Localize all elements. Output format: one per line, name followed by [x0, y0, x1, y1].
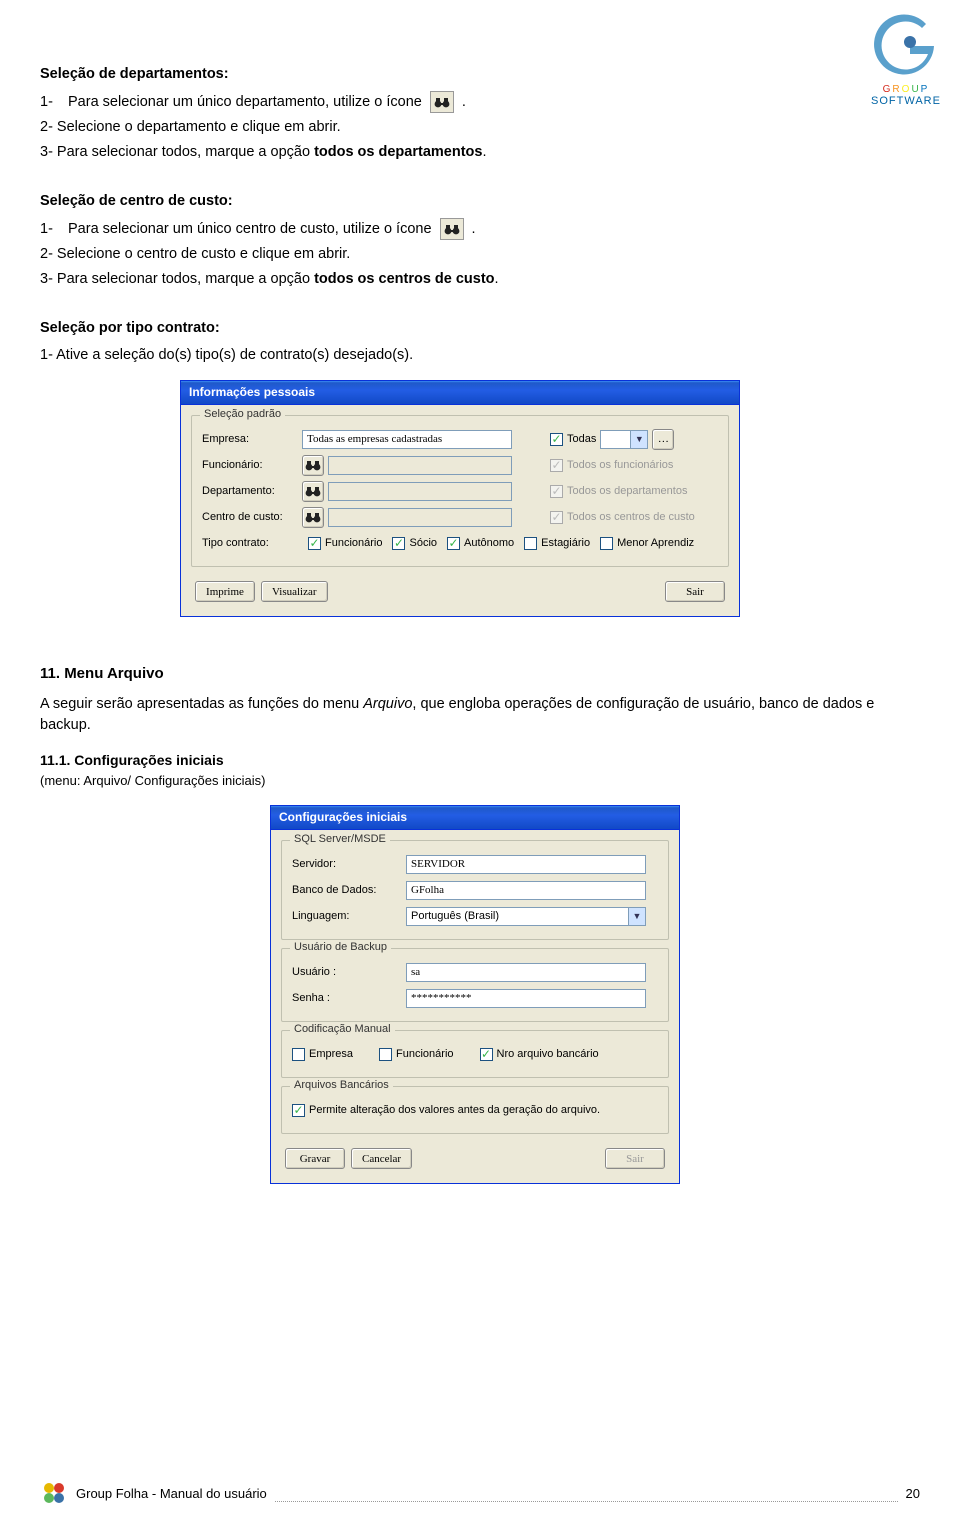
text-line: 3- Para selecionar todos, marque a opção… — [40, 142, 920, 163]
check-funcionario-cod[interactable]: Funcionário — [379, 1048, 453, 1061]
lookup-button[interactable]: … — [652, 429, 674, 450]
imprime-button[interactable]: Imprime — [195, 581, 255, 602]
dialog-title: Informações pessoais — [181, 381, 739, 405]
check-nro-arquivo[interactable]: ✓Nro arquivo bancário — [480, 1048, 599, 1061]
section-tipo-title: Seleção por tipo contrato: — [40, 318, 920, 339]
section-centro-title: Seleção de centro de custo: — [40, 191, 920, 212]
sair-button[interactable]: Sair — [605, 1148, 665, 1169]
text-line: 2- Selecione o departamento e clique em … — [40, 117, 920, 138]
usuario-input[interactable] — [406, 963, 646, 982]
check-todas[interactable]: ✓Todas — [550, 433, 596, 446]
label-senha: Senha : — [292, 992, 402, 1004]
label-funcionario: Funcionário: — [202, 459, 298, 471]
check-todos-centros: ✓Todos os centros de custo — [550, 511, 695, 524]
label-empresa: Empresa: — [202, 433, 298, 445]
binoculars-button[interactable] — [302, 481, 324, 502]
text-line: 1- Ative a seleção do(s) tipo(s) de cont… — [40, 345, 920, 366]
groupbox-label: Arquivos Bancários — [290, 1079, 393, 1091]
binoculars-button[interactable] — [302, 507, 324, 528]
check-menor-aprendiz[interactable]: Menor Aprendiz — [600, 537, 694, 550]
text-line: 2- Selecione o centro de custo e clique … — [40, 244, 920, 265]
label-tipo-contrato: Tipo contrato: — [202, 537, 298, 549]
binoculars-icon[interactable] — [440, 218, 464, 240]
section-departamentos-title: Seleção de departamentos: — [40, 64, 920, 85]
logo-g-icon — [874, 14, 938, 78]
paragraph: A seguir serão apresentadas as funções d… — [40, 694, 920, 736]
check-socio[interactable]: ✓Sócio — [392, 537, 437, 550]
brand-logo: GROUP SOFTWARE — [868, 14, 944, 107]
footer-text: Group Folha - Manual do usuário — [76, 1486, 267, 1501]
check-todos-departamentos: ✓Todos os departamentos — [550, 485, 687, 498]
list-number: 1- — [40, 221, 62, 237]
groupbox-label: Usuário de Backup — [290, 941, 391, 953]
departamento-input — [328, 482, 512, 501]
check-todos-funcionarios: ✓Todos os funcionários — [550, 459, 673, 472]
text-line: . — [472, 221, 476, 237]
check-funcionario[interactable]: ✓Funcionário — [308, 537, 382, 550]
check-permite-alteracao[interactable]: ✓Permite alteração dos valores antes da … — [292, 1104, 600, 1117]
heading-menu-arquivo: 11. Menu Arquivo — [40, 665, 920, 682]
label-centro-custo: Centro de custo: — [202, 511, 298, 523]
visualizar-button[interactable]: Visualizar — [261, 581, 328, 602]
groupbox-label: Seleção padrão — [200, 408, 285, 420]
text-line: . — [462, 94, 466, 110]
brand-group-text: GROUP — [868, 84, 944, 95]
dropdown-todas[interactable]: ▼ — [600, 430, 648, 449]
label-linguagem: Linguagem: — [292, 910, 402, 922]
sair-button[interactable]: Sair — [665, 581, 725, 602]
page-number: 20 — [906, 1486, 920, 1501]
label-departamento: Departamento: — [202, 485, 298, 497]
dialog-informacoes-pessoais: Informações pessoais Seleção padrão Empr… — [180, 380, 740, 617]
brand-software-text: SOFTWARE — [868, 95, 944, 107]
banco-dados-input[interactable] — [406, 881, 646, 900]
funcionario-input — [328, 456, 512, 475]
text-line: Para selecionar um único departamento, u… — [68, 94, 422, 110]
check-estagiario[interactable]: Estagiário — [524, 537, 590, 550]
linguagem-dropdown[interactable]: Português (Brasil)▼ — [406, 907, 646, 926]
binoculars-icon[interactable] — [430, 91, 454, 113]
heading-config-iniciais: 11.1. Configurações iniciais — [40, 752, 920, 768]
groupbox-label: Codificação Manual — [290, 1023, 395, 1035]
check-autonomo: ✓Autônomo — [447, 537, 514, 550]
text-line: 3- Para selecionar todos, marque a opção… — [40, 269, 920, 290]
binoculars-button[interactable] — [302, 455, 324, 476]
label-banco-dados: Banco de Dados: — [292, 884, 402, 896]
label-usuario: Usuário : — [292, 966, 402, 978]
check-empresa[interactable]: Empresa — [292, 1048, 353, 1061]
text-line: Para selecionar um único centro de custo… — [68, 221, 432, 237]
groupbox-label: SQL Server/MSDE — [290, 833, 390, 845]
dialog-title: Configurações iniciais — [271, 806, 679, 830]
people-icon — [40, 1479, 68, 1507]
label-servidor: Servidor: — [292, 858, 402, 870]
page-footer: Group Folha - Manual do usuário 20 — [40, 1479, 920, 1507]
dialog-configuracoes-iniciais: Configurações iniciais SQL Server/MSDE S… — [270, 805, 680, 1184]
menu-path: (menu: Arquivo/ Configurações iniciais) — [40, 772, 920, 791]
gravar-button[interactable]: Gravar — [285, 1148, 345, 1169]
list-number: 1- — [40, 94, 62, 110]
centro-custo-input — [328, 508, 512, 527]
empresa-input[interactable] — [302, 430, 512, 449]
cancelar-button[interactable]: Cancelar — [351, 1148, 412, 1169]
servidor-input[interactable] — [406, 855, 646, 874]
senha-input[interactable] — [406, 989, 646, 1008]
